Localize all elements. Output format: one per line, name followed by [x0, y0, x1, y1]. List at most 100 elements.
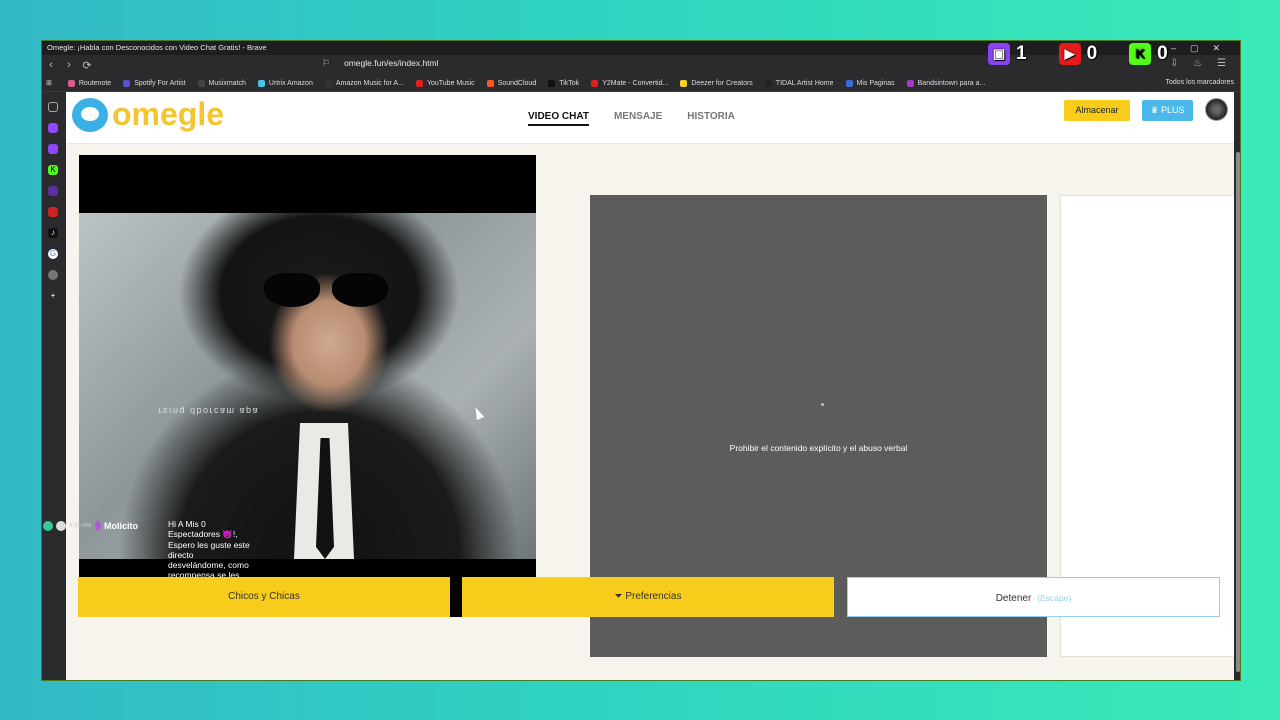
add-sidebar-icon[interactable]: + — [48, 291, 58, 301]
kick-count: 0 — [1157, 43, 1168, 64]
plus-button[interactable]: ♛ PLUS — [1142, 100, 1193, 121]
record-sidebar-icon[interactable] — [48, 207, 58, 217]
bookmark-item[interactable]: YouTube Music — [415, 79, 475, 87]
content-notice: Prohibir el contenido explícito y el abu… — [729, 443, 908, 453]
preferences-label: Preferencias — [625, 591, 682, 602]
bookmark-label: Musixmatch — [208, 79, 246, 87]
bookmark-label: Bandsintown para a... — [917, 79, 986, 87]
twitch-count: 1 — [1016, 43, 1027, 64]
kick-icon: K — [1129, 43, 1152, 65]
google-sidebar-icon[interactable]: G — [48, 249, 58, 259]
all-bookmarks[interactable]: Todos los marcadores — [1166, 79, 1234, 86]
site-header: omegle VIDEO CHAT MENSAJE HISTORIA Almac… — [66, 92, 1234, 144]
bookmark-label: Y2Mate - Convertid... — [602, 79, 669, 87]
logo-text: omegle — [112, 96, 225, 132]
user-icon — [56, 521, 66, 531]
bookmark-item[interactable]: Urtrix Amazon — [257, 79, 313, 87]
reload-icon[interactable]: ⟳ — [78, 59, 96, 72]
loading-dot — [821, 403, 824, 406]
self-video: ɐdɐ ɯɐɔɹoqp ɓuısɹ — [79, 155, 536, 617]
bookmark-item[interactable]: TIDAL Artist Home — [764, 79, 834, 87]
filter-icon: ⏷ — [614, 591, 626, 602]
bookmark-item[interactable]: Amazon Music for A... — [324, 79, 404, 87]
bookmark-item[interactable]: Mis Paginas — [845, 79, 895, 87]
bookmark-favicon-icon — [197, 79, 205, 87]
preferences-button[interactable]: ⏷ Preferencias — [462, 577, 834, 617]
stop-hint: (Escape) — [1037, 593, 1072, 603]
bookmark-favicon-icon — [906, 79, 914, 87]
bookmark-item[interactable]: Spotify For Artist — [123, 79, 186, 87]
bookmark-favicon-icon — [415, 79, 423, 87]
bookmark-favicon-icon — [123, 79, 131, 87]
bookmark-favicon-icon — [257, 79, 265, 87]
omegle-logo[interactable]: omegle — [72, 96, 224, 133]
youtube-count: 0 — [1086, 43, 1098, 64]
sidebar-toggle-icon[interactable] — [48, 102, 58, 112]
bookmarks-bar: ⊞ Routenote Spotify For Artist Musixmatch U… — [42, 75, 1240, 92]
bookmark-label: Deezer for Creators — [691, 79, 753, 87]
bookmark-favicon-icon — [680, 79, 688, 87]
stream-counters: ▣ 1 ▶ 0 K 0 — [988, 43, 1200, 65]
bookmark-icon[interactable]: ⚐ — [322, 58, 330, 69]
scrollbar[interactable] — [1234, 92, 1240, 680]
bookmark-item[interactable]: Deezer for Creators — [680, 79, 753, 87]
bookmark-favicon-icon — [764, 79, 772, 87]
main-menu: VIDEO CHAT MENSAJE HISTORIA — [528, 111, 760, 126]
bookmark-favicon-icon — [548, 79, 556, 87]
bookmark-favicon-icon — [845, 79, 853, 87]
stop-button[interactable]: Detener (Escape) — [847, 577, 1220, 617]
bookmark-label: TikTok — [559, 79, 580, 87]
bookmark-label: Spotify For Artist — [134, 79, 186, 87]
bookmark-label: Routenote — [78, 79, 112, 87]
bookmark-label: Mis Paginas — [856, 79, 895, 87]
settings-sidebar-icon[interactable] — [48, 270, 58, 280]
browser-sidebar: K ♪ G + — [42, 92, 64, 680]
mic-icon — [95, 521, 102, 531]
youtube-counter: ▶ 0 — [1058, 43, 1098, 65]
bookmark-label: TIDAL Artist Home — [775, 79, 834, 87]
twitch-counter: ▣ 1 — [988, 43, 1027, 65]
bookmark-label: SoundCloud — [497, 79, 537, 87]
kick-sidebar-icon[interactable]: K — [48, 165, 58, 175]
mirrored-shirt-text: ɐdɐ ɯɐɔɹoqp ɓuısɹ — [157, 405, 258, 415]
apps-icon[interactable]: ⊞ — [46, 79, 52, 87]
bookmark-favicon-icon — [324, 79, 332, 87]
chat-overlay-user: 8:56 AM Molicito — [43, 521, 138, 531]
forward-icon[interactable]: › — [60, 59, 78, 71]
sunglasses — [264, 273, 394, 309]
chat-username: Molicito — [104, 521, 139, 531]
bookmark-item[interactable]: Musixmatch — [197, 79, 246, 87]
bookmark-favicon-icon — [67, 79, 75, 87]
twitch-sidebar-icon[interactable] — [48, 123, 58, 133]
chat-time: 8:56 AM — [69, 523, 92, 529]
twitch-sidebar-icon-2[interactable] — [48, 144, 58, 154]
bookmark-item[interactable]: Bandsintown para a... — [906, 79, 986, 87]
window-title: Omegle: ¡Habla con Desconocidos con Vide… — [47, 43, 267, 52]
webcam-image — [79, 213, 536, 559]
kick-counter: K 0 — [1129, 43, 1168, 65]
bookmark-label: Urtrix Amazon — [268, 79, 313, 87]
chat-sidebar-icon[interactable] — [48, 186, 58, 196]
bookmark-item[interactable]: SoundCloud — [486, 79, 537, 87]
tab-history[interactable]: HISTORIA — [687, 111, 735, 126]
bookmark-item[interactable]: TikTok — [548, 79, 580, 87]
status-icon — [43, 521, 53, 531]
bookmark-label: Amazon Music for A... — [335, 79, 404, 87]
back-icon[interactable]: ‹ — [42, 59, 60, 71]
avatar[interactable] — [1205, 98, 1228, 121]
url-field[interactable]: omegle.fun/es/index.html — [344, 58, 439, 68]
tiktok-sidebar-icon[interactable]: ♪ — [48, 228, 58, 238]
bookmark-item[interactable]: Routenote — [67, 79, 112, 87]
bookmark-item[interactable]: Y2Mate - Convertid... — [591, 79, 669, 87]
gender-button[interactable]: Chicos y Chicas — [78, 577, 450, 617]
store-button[interactable]: Almacenar — [1064, 100, 1130, 121]
stop-label: Detener — [995, 593, 1032, 604]
tab-video-chat[interactable]: VIDEO CHAT — [528, 111, 589, 126]
tab-message[interactable]: MENSAJE — [614, 111, 662, 126]
bookmark-favicon-icon — [591, 79, 599, 87]
youtube-icon: ▶ — [1058, 43, 1081, 65]
logo-bubble-icon — [72, 97, 108, 132]
bookmark-favicon-icon — [486, 79, 494, 87]
twitch-icon: ▣ — [988, 43, 1010, 65]
bookmark-label: YouTube Music — [426, 79, 475, 87]
